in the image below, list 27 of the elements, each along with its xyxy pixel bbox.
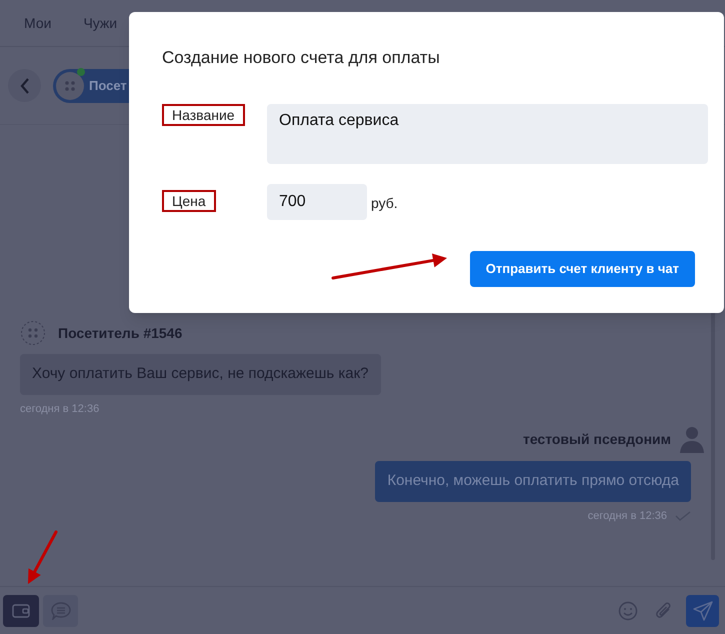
author-name: Посетитель #1546	[58, 324, 182, 342]
templates-button[interactable]	[43, 594, 78, 626]
send-button[interactable]	[686, 594, 719, 626]
dialog-title: Создание нового счета для оплаты	[161, 47, 441, 69]
price-field[interactable]: 700	[267, 184, 367, 220]
arrow-icon	[332, 254, 447, 280]
invoice-button[interactable]	[3, 594, 39, 626]
visitor-name: Посет	[89, 76, 127, 95]
message-bubble: Конечно, можешь оплатить прямо отсюда	[375, 461, 691, 502]
currency-label: руб.	[371, 194, 398, 213]
field-label: Название	[162, 104, 245, 126]
arrow-icon	[28, 530, 58, 584]
back-icon	[20, 78, 30, 94]
paperclip-icon	[655, 600, 673, 620]
name-field[interactable]: Оплата сервиса	[267, 104, 708, 164]
person-icon	[679, 425, 705, 453]
send-icon	[692, 600, 712, 620]
tab[interactable]: Мои	[24, 12, 52, 34]
author-name: тестовый псевдоним	[522, 430, 671, 449]
wallet-icon	[12, 604, 30, 618]
smiley-icon	[618, 600, 638, 620]
send-invoice-button[interactable]: Отправить счет клиенту в чат	[470, 250, 695, 286]
back-button[interactable]	[8, 69, 41, 102]
avatar-icon	[55, 70, 85, 100]
avatar-icon	[20, 320, 46, 346]
tab[interactable]: Чужи	[83, 12, 118, 34]
field-label: Цена	[162, 190, 216, 212]
